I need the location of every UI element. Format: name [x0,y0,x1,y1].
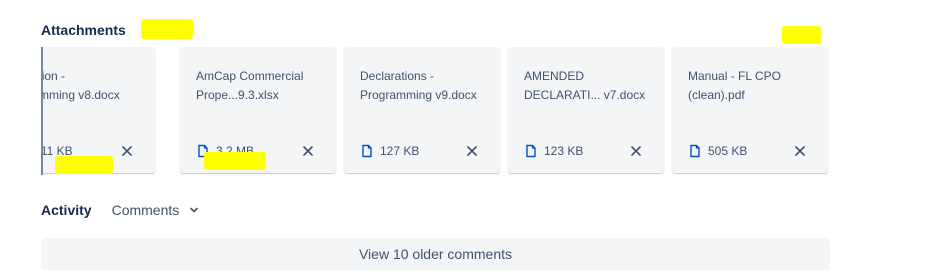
attachment-name: Manual - FL CPO (clean).pdf [688,69,781,102]
attachment-card[interactable]: Declarations - Programming v9.docx 127 K… [344,47,500,173]
activity-filter-label: Comments [111,202,180,218]
document-icon [362,144,372,158]
highlight-mark [782,26,821,44]
attachment-card[interactable]: Manual - FL CPO (clean).pdf 505 KB [672,47,828,173]
close-icon [303,146,313,156]
attachment-name: uotation - ogramming v8.docx [41,69,120,102]
activity-heading: Activity [41,202,92,218]
attachment-footer: 123 KB [524,143,644,159]
highlight-mark [55,156,113,174]
scroll-edge-divider [41,47,43,175]
close-icon [631,146,641,156]
issue-panel: Attachments uotation - ogramming v8.docx… [0,0,949,273]
remove-attachment-button[interactable] [628,143,644,159]
close-icon [467,146,477,156]
attachment-footer: 505 KB [688,143,808,159]
attachment-card[interactable]: uotation - ogramming v8.docx 111 KB [41,47,155,173]
highlight-mark [141,19,193,39]
attachments-strip[interactable]: uotation - ogramming v8.docx 111 KB AmCa… [41,45,831,177]
attachment-size: 127 KB [380,144,420,158]
remove-attachment-button[interactable] [119,143,135,159]
activity-filter-dropdown[interactable]: Comments [112,202,200,218]
attachment-name: AMENDED DECLARATI... v7.docx [524,69,646,102]
document-icon [690,144,700,158]
chevron-down-icon [190,207,199,213]
attachments-heading: Attachments [41,22,126,38]
attachment-name: Declarations - Programming v9.docx [360,69,477,102]
remove-attachment-button[interactable] [300,143,316,159]
document-icon [526,144,536,158]
close-icon [795,146,805,156]
remove-attachment-button[interactable] [792,143,808,159]
highlight-mark [204,152,266,170]
attachment-name: AmCap Commercial Prope...9.3.xlsx [196,69,304,102]
attachment-card[interactable]: AMENDED DECLARATI... v7.docx 123 KB [508,47,664,173]
attachment-footer: 127 KB [360,143,480,159]
view-older-comments-button[interactable]: View 10 older comments [41,238,830,270]
close-icon [122,146,132,156]
activity-header: Activity Comments [41,202,199,218]
attachment-size: 505 KB [708,144,748,158]
remove-attachment-button[interactable] [464,143,480,159]
attachment-size: 123 KB [544,144,584,158]
